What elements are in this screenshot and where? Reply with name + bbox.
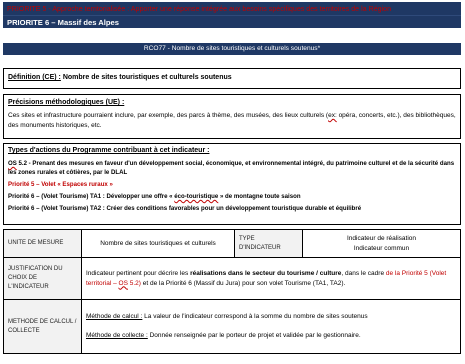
- methodology-label: Précisions méthodologiques (UE) :: [8, 99, 125, 106]
- method-text: Méthode de calcul : La valeur de l'indic…: [81, 299, 461, 354]
- justification-red-end: 5.2): [127, 279, 141, 287]
- type-value-realisation: Indicateur de réalisation: [346, 234, 416, 242]
- action-os-prefix: OS: [8, 160, 17, 167]
- action-ta1-eco: éco-touristique: [174, 193, 219, 200]
- table-row: UNITE DE MESURE Nombre de sites touristi…: [3, 229, 461, 258]
- collect-label: Méthode de collecte :: [86, 332, 148, 339]
- definition-box: Définition (CE) : Nombre de sites touris…: [3, 68, 461, 89]
- justification-end: et de la Priorité 6 (Massif du Jura) pou…: [140, 279, 346, 287]
- justification-start: Indicateur pertinent pour décrire les: [86, 269, 191, 277]
- action-ta2: Priorité 6 – (Volet Tourisme) TA2 : Crée…: [8, 205, 362, 212]
- type-value-commun: Indicateur commun: [353, 244, 410, 252]
- table-row: METHODE DE CALCUL / COLLECTE Méthode de …: [3, 299, 461, 354]
- action-ta1-start: Priorité 6 – (Volet Tourisme) TA1 : Déve…: [8, 193, 175, 200]
- calc-text: La valeur de l'indicateur correspond à l…: [142, 313, 368, 320]
- priority-header: PRIORITE 5 - Approche territorialisée : …: [3, 2, 461, 28]
- action-priority5-volet: Priorité 5 – Volet « Espaces ruraux »: [8, 181, 113, 188]
- methodology-ex: ex:: [328, 112, 337, 119]
- collect-method: Méthode de collecte : Donnée renseignée …: [86, 331, 456, 341]
- definition-label: Définition (CE) :: [8, 74, 61, 81]
- unit-value: Nombre de sites touristiques et culturel…: [81, 229, 235, 258]
- action-os52: OS 5.2 - Prenant des mesures en faveur d…: [8, 159, 456, 177]
- methodology-box: Précisions méthodologiques (UE) : Ces si…: [3, 94, 461, 139]
- methodology-text: Ces sites et infrastructure pourraient i…: [8, 111, 456, 131]
- definition-text: Nombre de sites touristiques et culturel…: [60, 74, 232, 81]
- collect-text: Donnée renseignée par le porteur de proj…: [147, 332, 361, 339]
- indicator-title: RCO77 - Nombre de sites touristiques et …: [3, 43, 461, 55]
- type-value: Indicateur de réalisation Indicateur com…: [302, 229, 461, 258]
- action-os-text: 5.2 - Prenant des mesures en faveur d'un…: [8, 160, 455, 176]
- actions-label: Types d'actions du Programme contribuant…: [8, 147, 210, 154]
- action-ta1: Priorité 6 – (Volet Tourisme) TA1 : Déve…: [8, 192, 456, 201]
- justification-text: Indicateur pertinent pour décrire les ré…: [81, 257, 461, 300]
- priority-subtitle: PRIORITE 6 – Massif des Alpes: [3, 15, 461, 28]
- method-label: METHODE DE CALCUL / COLLECTE: [3, 299, 82, 354]
- justification-bold: réalisations dans le secteur du tourisme…: [190, 269, 342, 277]
- calc-method: Méthode de calcul : La valeur de l'indic…: [86, 312, 456, 322]
- justification-os: OS: [118, 279, 128, 287]
- priority-title: PRIORITE 5 - Approche territorialisée : …: [7, 5, 392, 13]
- methodology-text-start: Ces sites et infrastructure pourraient i…: [8, 112, 329, 119]
- type-label: TYPE D'INDICATEUR: [234, 229, 303, 258]
- indicator-table: UNITE DE MESURE Nombre de sites touristi…: [3, 229, 461, 354]
- action-ta1-end: » de montagne toute saison: [218, 193, 301, 200]
- table-row: JUSTIFICATION DU CHOIX DE L'INDICATEUR I…: [3, 257, 461, 300]
- calc-label: Méthode de calcul :: [86, 313, 143, 320]
- justification-label: JUSTIFICATION DU CHOIX DE L'INDICATEUR: [3, 257, 82, 300]
- unit-label: UNITE DE MESURE: [3, 229, 82, 258]
- justification-mid: , dans le cadre: [341, 269, 386, 277]
- actions-box: Types d'actions du Programme contribuant…: [3, 143, 461, 225]
